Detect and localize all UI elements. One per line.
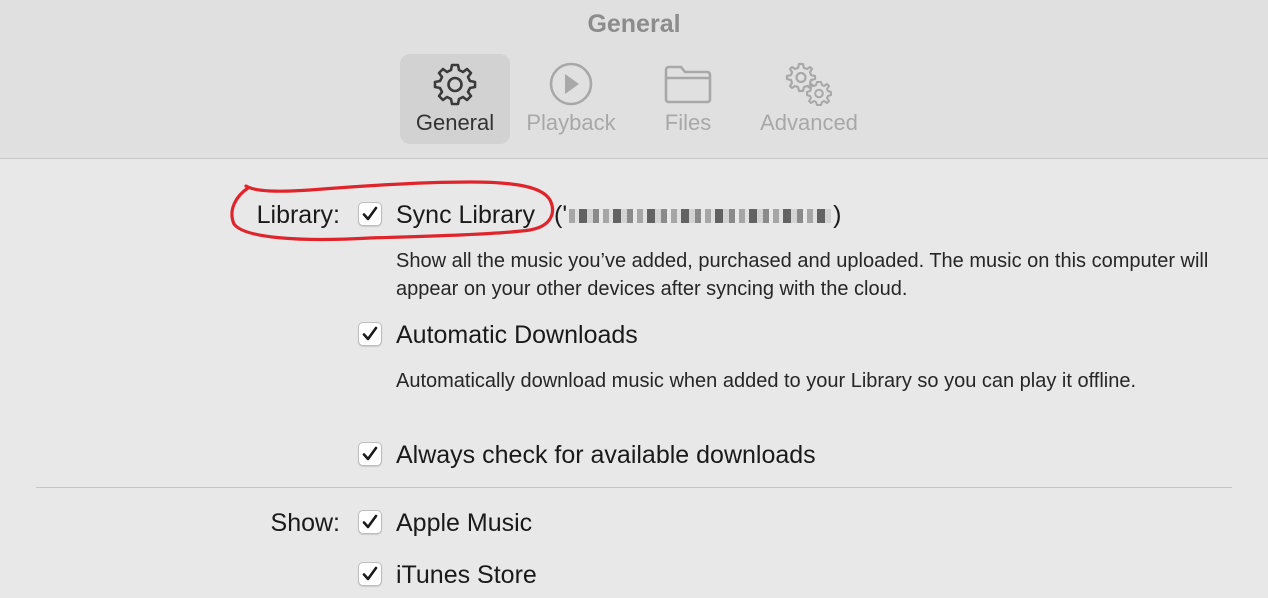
- window-title: General: [587, 10, 681, 38]
- tab-advanced-label: Advanced: [760, 110, 858, 135]
- gear-icon: [433, 63, 477, 106]
- tab-files[interactable]: Files: [636, 54, 740, 144]
- tab-playback-label: Playback: [526, 110, 616, 135]
- itunes-store-label: iTunes Store: [396, 561, 537, 589]
- folder-icon: [664, 65, 712, 104]
- automatic-downloads-label: Automatic Downloads: [396, 321, 638, 349]
- tab-files-label: Files: [664, 110, 712, 135]
- check-downloads-label: Always check for available downloads: [396, 441, 816, 469]
- automatic-downloads-description: Automatically download music when added …: [396, 370, 1137, 392]
- checkmark-icon: [362, 514, 378, 529]
- check-downloads-checkbox[interactable]: [358, 442, 382, 466]
- checkmark-icon: [362, 446, 378, 461]
- sync-library-checkbox[interactable]: [358, 202, 382, 226]
- checkmark-icon: [362, 566, 378, 581]
- checkmark-icon: [362, 326, 378, 341]
- library-label: Library:: [256, 201, 340, 229]
- tab-playback[interactable]: Playback: [518, 54, 624, 144]
- account-email: ('): [554, 201, 841, 230]
- show-label: Show:: [270, 509, 340, 537]
- automatic-downloads-checkbox[interactable]: [358, 322, 382, 346]
- toolbar: General General Playback Files Advanced: [0, 0, 1268, 159]
- play-icon: [549, 62, 593, 106]
- itunes-store-checkbox[interactable]: [358, 562, 382, 586]
- general-pane: Library: Sync Library (') Show all the m…: [0, 159, 1268, 598]
- account-open-paren: (': [554, 201, 568, 229]
- account-close-paren: ): [833, 201, 842, 229]
- apple-music-label: Apple Music: [396, 509, 533, 537]
- gears-icon: [785, 62, 832, 106]
- apple-music-checkbox[interactable]: [358, 510, 382, 534]
- preferences-window: General General Playback Files Advanced …: [0, 0, 1268, 598]
- tab-advanced[interactable]: Advanced: [752, 54, 866, 144]
- checkmark-icon: [362, 206, 378, 221]
- section-divider: [36, 487, 1232, 488]
- sync-library-label: Sync Library: [396, 201, 535, 229]
- redacted-email: [569, 209, 832, 224]
- tab-general-label: General: [415, 110, 495, 135]
- sync-library-description: Show all the music you’ve added, purchas…: [396, 250, 1209, 300]
- tab-general[interactable]: General: [400, 54, 510, 144]
